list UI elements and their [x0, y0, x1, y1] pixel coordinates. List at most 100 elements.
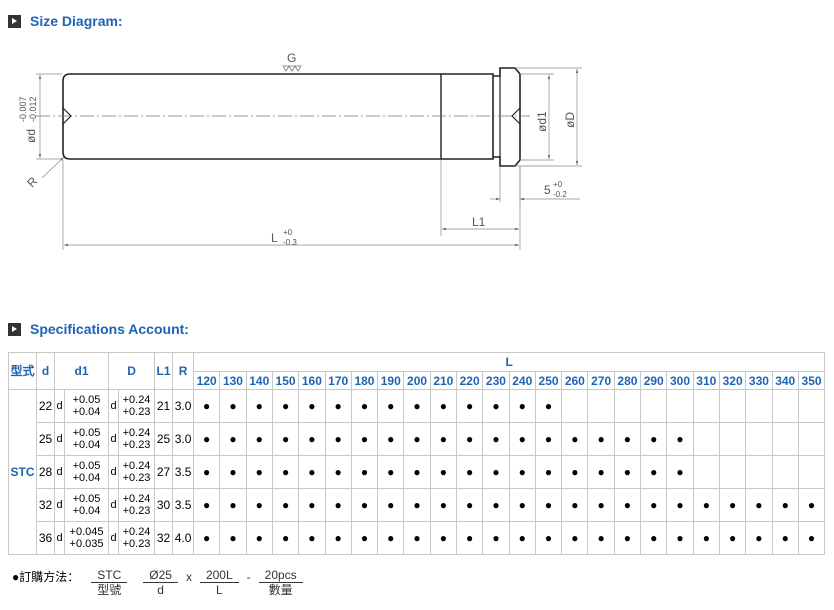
- available-dot-icon: ●: [271, 488, 300, 522]
- available-dot-icon: ●: [640, 521, 668, 555]
- d1-tol-upper: +0.05: [72, 493, 101, 505]
- availability-cell: [745, 422, 773, 456]
- available-dot-icon: ●: [534, 521, 563, 555]
- available-dot-icon: ●: [324, 455, 352, 489]
- available-dot-icon: ●: [745, 488, 773, 522]
- length-header-cell: 120: [193, 371, 221, 390]
- available-dot-icon: ●: [613, 488, 642, 522]
- availability-cell: [692, 422, 720, 456]
- availability-cell: [718, 422, 747, 456]
- order-length-value: 200L: [199, 568, 239, 583]
- available-dot-icon: ●: [429, 422, 458, 456]
- r-cell: 3.5: [172, 455, 195, 489]
- available-dot-icon: ●: [429, 389, 458, 423]
- availability-cell: [692, 455, 720, 489]
- size-diagram-heading: Size Diagram:: [8, 13, 123, 29]
- availability-cell: [797, 389, 826, 423]
- available-dot-icon: ●: [271, 422, 300, 456]
- available-dot-icon: ●: [350, 488, 379, 522]
- available-dot-icon: ●: [534, 455, 563, 489]
- availability-cell: [797, 455, 826, 489]
- available-dot-icon: ●: [193, 455, 221, 489]
- D-tolerance-cell: +0.24 +0.23: [118, 521, 156, 555]
- l1-cell: 32: [154, 521, 174, 555]
- l1-dimension-label: L1: [472, 215, 486, 229]
- D-tol-upper: +0.24: [122, 427, 151, 439]
- available-dot-icon: ●: [298, 521, 326, 555]
- available-dot-icon: ●: [219, 389, 247, 423]
- D-tol-upper: +0.24: [122, 394, 151, 406]
- d1-tol-lower: +0.04: [72, 439, 101, 451]
- availability-cell: [745, 389, 773, 423]
- table-row: STC 22 d +0.05 +0.04 d +0.24 +0.23 21 3.0 ● ● ● ● ● ● ● ●…: [8, 389, 826, 555]
- length-header-cell: 150: [271, 371, 300, 390]
- size-diagram-title: Size Diagram:: [30, 13, 123, 29]
- arrow-bullet-icon: [8, 14, 21, 28]
- available-dot-icon: ●: [534, 488, 563, 522]
- available-dot-icon: ●: [534, 422, 563, 456]
- availability-cell: [561, 389, 589, 423]
- available-dot-icon: ●: [666, 521, 694, 555]
- D-tol-upper: +0.24: [122, 493, 151, 505]
- length-header-cell: 280: [613, 371, 642, 390]
- arrow-bullet-icon: [8, 322, 21, 336]
- d1-tol-upper: +0.05: [72, 394, 101, 406]
- D-tol-lower: +0.23: [122, 439, 151, 451]
- d-tol-lower: -0.012: [28, 96, 38, 122]
- order-quantity-value: 20pcs: [258, 568, 303, 583]
- available-dot-icon: ●: [298, 488, 326, 522]
- available-dot-icon: ●: [455, 422, 484, 456]
- availability-cell: [587, 389, 615, 423]
- length-header-cell: 290: [640, 371, 668, 390]
- col-header-l1: L1: [154, 352, 174, 390]
- specifications-heading: Specifications Account:: [8, 321, 189, 337]
- col-header-d: d: [36, 352, 55, 390]
- d1-tol-upper: +0.05: [72, 460, 101, 472]
- col-header-type: 型式: [8, 352, 37, 390]
- available-dot-icon: ●: [613, 521, 642, 555]
- d1-prefix-cell: d: [54, 422, 65, 456]
- head-tol-lower: -0.2: [553, 190, 567, 199]
- available-dot-icon: ●: [219, 488, 247, 522]
- pin-body: [62, 73, 494, 160]
- available-dot-icon: ●: [587, 455, 615, 489]
- available-dot-icon: ●: [613, 455, 642, 489]
- d1-prefix-cell: d: [54, 521, 65, 555]
- available-dot-icon: ●: [640, 455, 668, 489]
- available-dot-icon: ●: [692, 521, 720, 555]
- available-dot-icon: ●: [587, 422, 615, 456]
- d1-tolerance-cell: +0.05 +0.04: [63, 389, 110, 423]
- available-dot-icon: ●: [377, 422, 405, 456]
- available-dot-icon: ●: [666, 455, 694, 489]
- available-dot-icon: ●: [797, 521, 826, 555]
- D-tolerance-cell: +0.24 +0.23: [118, 422, 156, 456]
- availability-cell: [640, 389, 668, 423]
- available-dot-icon: ●: [403, 389, 431, 423]
- order-times-sign: x: [185, 570, 192, 584]
- available-dot-icon: ●: [587, 521, 615, 555]
- available-dot-icon: ●: [508, 389, 536, 423]
- available-dot-icon: ●: [245, 521, 273, 555]
- d1-tolerance-cell: +0.045 +0.035: [63, 521, 110, 555]
- available-dot-icon: ●: [745, 521, 773, 555]
- d1-prefix-cell: d: [54, 455, 65, 489]
- D-prefix-cell: d: [108, 422, 120, 456]
- col-header-r: R: [172, 352, 195, 390]
- length-header-cell: 320: [718, 371, 747, 390]
- available-dot-icon: ●: [350, 521, 379, 555]
- available-dot-icon: ●: [718, 488, 747, 522]
- D-prefix-cell: d: [108, 389, 120, 423]
- d1-tolerance-cell: +0.05 +0.04: [63, 488, 110, 522]
- available-dot-icon: ●: [666, 488, 694, 522]
- length-header-cell: 190: [377, 371, 405, 390]
- available-dot-icon: ●: [298, 455, 326, 489]
- available-dot-icon: ●: [455, 389, 484, 423]
- available-dot-icon: ●: [377, 521, 405, 555]
- availability-cell: [718, 455, 747, 489]
- D-tol-upper: +0.24: [122, 460, 151, 472]
- available-dot-icon: ●: [508, 422, 536, 456]
- l-dimension-label: L: [271, 231, 278, 245]
- available-dot-icon: ●: [193, 422, 221, 456]
- available-dot-icon: ●: [482, 455, 510, 489]
- available-dot-icon: ●: [429, 488, 458, 522]
